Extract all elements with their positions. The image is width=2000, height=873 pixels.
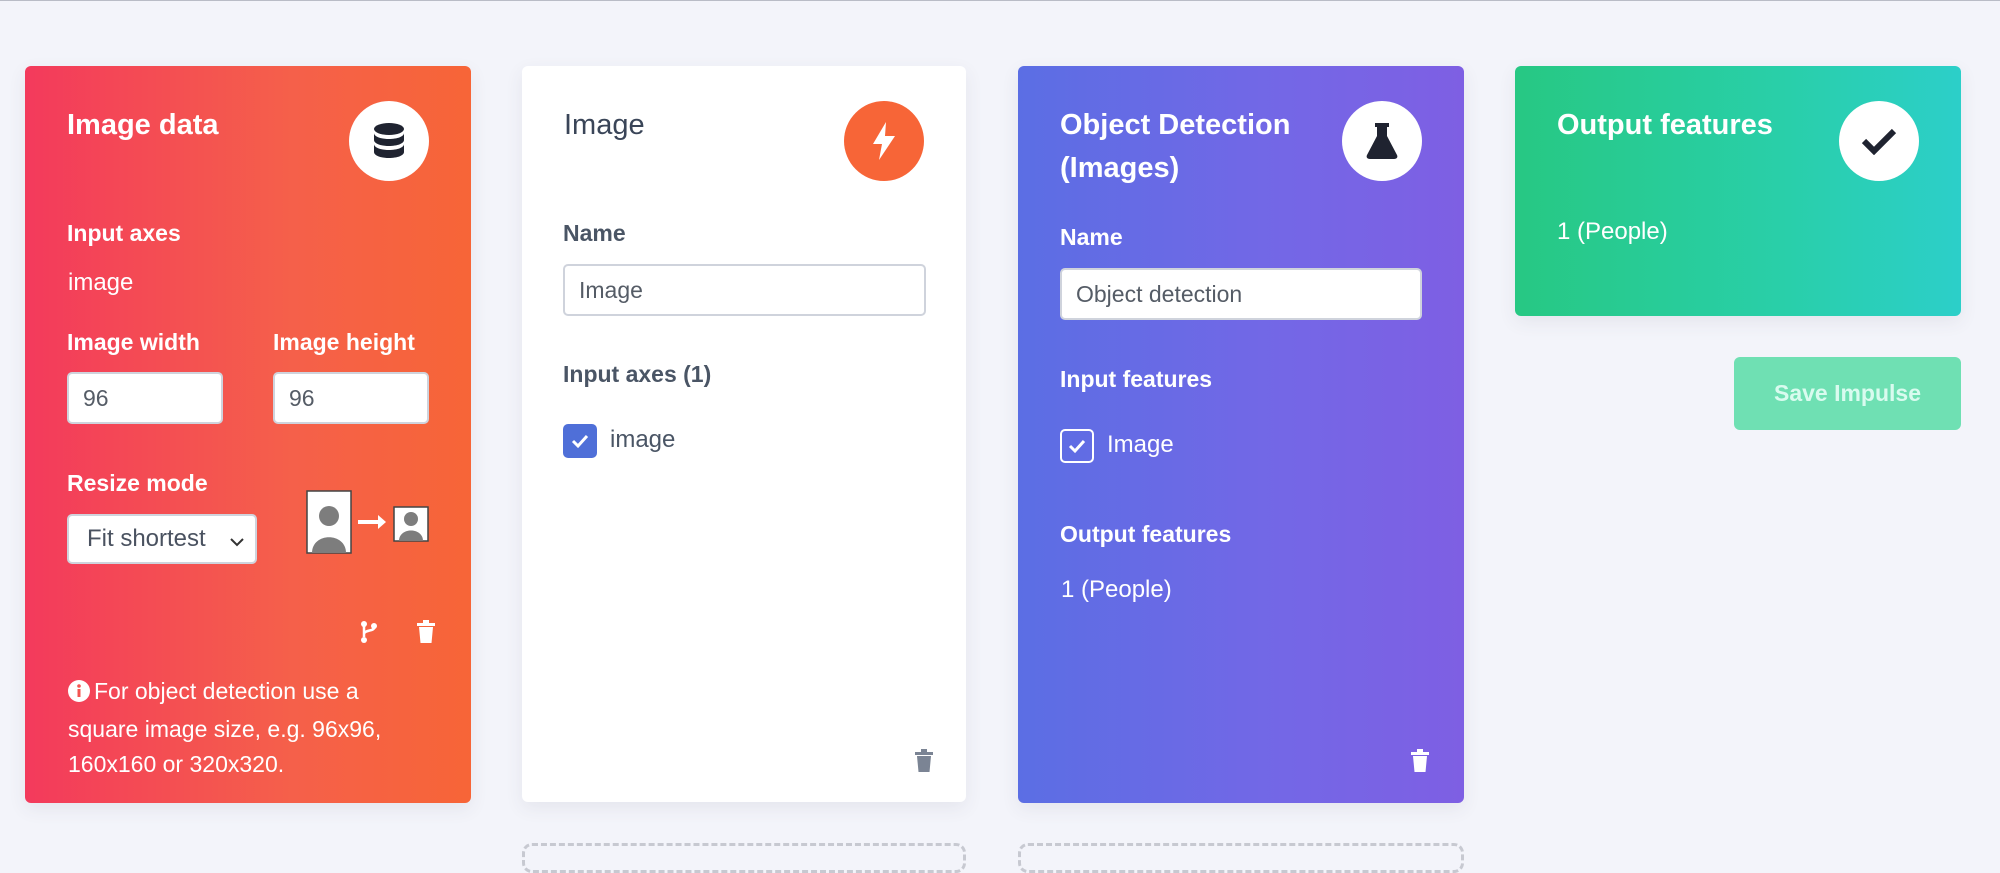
name-label: Name xyxy=(1060,224,1123,250)
card-title: Image xyxy=(564,109,645,141)
input-axes-label: Input axes xyxy=(67,220,181,246)
input-axes-value: image xyxy=(68,269,134,296)
resize-preview-icon xyxy=(306,490,430,561)
card-title: Object Detection (Images) xyxy=(1060,104,1290,190)
processing-block-card: Image Name Image Input axes (1) image xyxy=(522,66,966,802)
block-name-input[interactable]: Object detection xyxy=(1060,268,1422,320)
card-title-line1: Object Detection xyxy=(1060,109,1291,141)
input-feature-label: Image xyxy=(1107,431,1174,458)
output-features-value: 1 (People) xyxy=(1557,218,1668,245)
image-height-input[interactable]: 96 xyxy=(273,372,429,424)
bolt-icon xyxy=(844,101,924,181)
trash-icon[interactable] xyxy=(413,619,439,645)
block-name-input[interactable]: Image xyxy=(563,264,926,316)
image-width-input[interactable]: 96 xyxy=(67,372,223,424)
axis-item-label: image xyxy=(610,426,676,453)
add-learning-block-slot[interactable] xyxy=(1018,843,1464,873)
axis-checkbox[interactable] xyxy=(563,424,597,458)
trash-icon[interactable] xyxy=(1407,748,1433,774)
info-text: For object detection use a square image … xyxy=(68,678,382,777)
output-features-label: Output features xyxy=(1060,521,1232,547)
info-icon xyxy=(68,677,90,712)
learning-block-card: Object Detection (Images) Name Object de… xyxy=(1018,66,1464,803)
top-border xyxy=(0,0,2000,1)
name-label: Name xyxy=(563,220,626,246)
card-title-line2: (Images) xyxy=(1060,152,1180,184)
database-icon xyxy=(349,101,429,181)
info-note: For object detection use a square image … xyxy=(68,674,428,782)
card-title: Image data xyxy=(67,109,219,141)
chevron-down-icon xyxy=(229,529,245,557)
resize-mode-value: Fit shortest xyxy=(87,525,206,552)
image-width-label: Image width xyxy=(67,329,200,355)
check-icon xyxy=(1839,101,1919,181)
input-axes-label: Input axes (1) xyxy=(563,361,712,387)
input-block-card: Image data Input axes image Image width … xyxy=(25,66,471,803)
card-title: Output features xyxy=(1557,109,1773,141)
branch-icon[interactable] xyxy=(356,619,382,645)
input-features-label: Input features xyxy=(1060,366,1213,392)
flask-icon xyxy=(1342,101,1422,181)
add-processing-block-slot[interactable] xyxy=(522,843,966,873)
input-feature-checkbox[interactable] xyxy=(1060,429,1094,463)
resize-mode-select[interactable]: Fit shortest xyxy=(67,514,257,564)
output-features-value: 1 (People) xyxy=(1061,576,1172,603)
output-block-card: Output features 1 (People) xyxy=(1515,66,1961,316)
resize-mode-label: Resize mode xyxy=(67,470,208,496)
save-impulse-button[interactable]: Save Impulse xyxy=(1734,357,1961,430)
image-height-label: Image height xyxy=(273,329,415,355)
trash-icon[interactable] xyxy=(911,748,937,774)
